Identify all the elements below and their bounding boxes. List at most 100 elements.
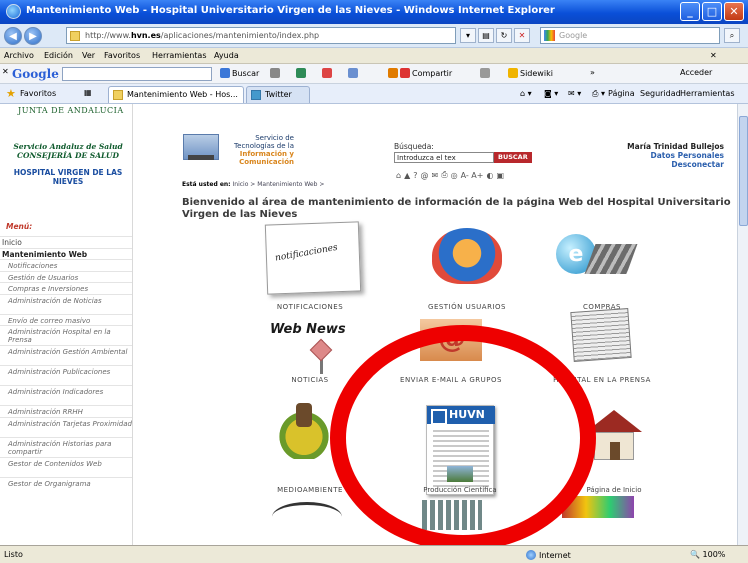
- menu-ver[interactable]: Ver: [82, 51, 95, 60]
- desconectar-link[interactable]: Desconectar: [604, 160, 724, 169]
- annotation-circle: [330, 325, 596, 551]
- search-placeholder: Google: [559, 31, 588, 40]
- compras-tile[interactable]: e: [556, 234, 638, 286]
- notificaciones-label[interactable]: NOTIFICACIONES: [240, 303, 380, 311]
- more-icon[interactable]: »: [590, 68, 595, 80]
- url-field[interactable]: http://www.hvn.es/aplicaciones/mantenimi…: [66, 27, 456, 44]
- junta-logo: JUNTA DE ANDALUCIA: [18, 106, 124, 115]
- favorites-button[interactable]: Favoritos: [20, 89, 56, 101]
- maps-icon[interactable]: [296, 68, 308, 80]
- font-size-controls[interactable]: A- A+: [461, 171, 484, 180]
- noticias-tile[interactable]: Web News: [266, 320, 346, 374]
- sidebar-item[interactable]: Envío de correo masivo: [0, 313, 132, 326]
- medioambiente-tile[interactable]: [274, 403, 334, 459]
- sidebar-item[interactable]: Inicio: [0, 236, 132, 248]
- sidebar-item[interactable]: Compras e Inversiones: [0, 282, 132, 294]
- user-name: María Trinidad Bullejos: [627, 142, 724, 151]
- menu-bar: Archivo Edición Ver Favoritos Herramient…: [0, 48, 748, 64]
- acceder-button[interactable]: Acceder: [680, 68, 712, 80]
- back-button[interactable]: ◀: [4, 27, 22, 45]
- url-domain: hvn.es: [130, 31, 161, 40]
- mail-icon[interactable]: ✉: [431, 171, 438, 180]
- sidebar-item[interactable]: Gestor de Contenidos Web: [0, 456, 132, 469]
- sidebar-item[interactable]: Gestión de Usuarios: [0, 270, 132, 283]
- sidewiki-button[interactable]: Sidewiki: [508, 68, 553, 80]
- home-icon[interactable]: ⌂: [396, 171, 401, 180]
- sidebar-item[interactable]: Administración RRHH: [0, 405, 132, 417]
- hospital-prensa-tile[interactable]: [570, 308, 632, 362]
- partial-tile-icon[interactable]: [272, 502, 342, 532]
- sidebar-item[interactable]: Gestor de Organigrama: [0, 476, 132, 489]
- news-icon[interactable]: [270, 68, 282, 80]
- sidebar-item[interactable]: Administración Tarjetas Proximidad: [0, 416, 132, 429]
- feeds-icon[interactable]: ◙ ▾: [544, 89, 558, 101]
- vertical-scrollbar[interactable]: [737, 104, 748, 545]
- tab-mantenimiento[interactable]: Mantenimiento Web - Hos...: [108, 86, 244, 103]
- sidebar-item[interactable]: Mantenimiento Web: [0, 247, 132, 260]
- web-news-text: Web News: [270, 322, 346, 337]
- datos-personales-link[interactable]: Datos Personales: [604, 151, 724, 160]
- google-logo: Google: [12, 67, 59, 81]
- notificaciones-tile[interactable]: notificaciones: [264, 221, 362, 295]
- search-input[interactable]: Google: [540, 27, 720, 44]
- sidebar-item[interactable]: Notificaciones: [0, 259, 132, 271]
- herramientas-menu[interactable]: Herramientas: [680, 89, 735, 101]
- minimize-button[interactable]: _: [680, 2, 700, 21]
- print-icon[interactable]: ⎙: [441, 170, 447, 180]
- close-button[interactable]: ✕: [724, 2, 744, 21]
- sidebar-item[interactable]: Administración Hospital en la Prensa: [0, 325, 132, 345]
- quick-tabs-icon[interactable]: ▦: [84, 88, 92, 100]
- google-toolbar-search[interactable]: [62, 67, 212, 81]
- buscar-site-button[interactable]: BUSCAR: [494, 152, 532, 163]
- at-icon[interactable]: @: [420, 171, 428, 180]
- sidebar-item[interactable]: Administración Publicaciones: [0, 365, 132, 377]
- compat-view-icon[interactable]: ▤: [478, 28, 494, 43]
- gmail-icon[interactable]: [322, 68, 334, 80]
- forward-button[interactable]: ▶: [24, 27, 42, 45]
- tab-twitter[interactable]: Twitter: [246, 86, 310, 103]
- status-bar: Listo Internet 🔍 100%: [0, 545, 748, 563]
- menu-herramientas[interactable]: Herramientas: [152, 51, 207, 60]
- plus-icon[interactable]: [348, 68, 360, 80]
- menu-ayuda[interactable]: Ayuda: [214, 51, 239, 60]
- menu-edicion[interactable]: Edición: [44, 51, 73, 60]
- help-icon[interactable]: ?: [413, 171, 417, 180]
- sidebar-item[interactable]: Administración Historias para compartir: [0, 436, 132, 457]
- zoom-level[interactable]: 🔍 100%: [690, 550, 725, 559]
- stc-line1: Servicio de Tecnologías de la: [234, 134, 294, 150]
- compartir-button[interactable]: Compartir: [388, 68, 452, 80]
- sidebar-item[interactable]: Administración Indicadores: [0, 385, 132, 397]
- stc-title: Servicio de Tecnologías de la Informació…: [224, 134, 294, 166]
- accessibility-icon[interactable]: ▣: [496, 171, 504, 180]
- sidebar-item[interactable]: Administración de Noticias: [0, 293, 132, 306]
- google-icon: [544, 30, 555, 41]
- map-icon[interactable]: ▲: [404, 171, 410, 180]
- search-label: Búsqueda:: [394, 142, 434, 151]
- pagina-menu[interactable]: Página: [608, 89, 635, 101]
- site-search-input[interactable]: Introduzca el tex: [394, 152, 494, 163]
- mail-icon[interactable]: ✉ ▾: [568, 89, 581, 101]
- menu-archivo[interactable]: Archivo: [4, 51, 34, 60]
- credit-cards-icon: [584, 244, 638, 274]
- home-icon[interactable]: ⌂ ▾: [520, 89, 532, 101]
- sidebar-item[interactable]: Administración Gestión Ambiental: [0, 345, 132, 357]
- close-toolbar-icon[interactable]: ✕: [710, 51, 717, 60]
- gestion-usuarios-label[interactable]: GESTIÓN USUARIOS: [397, 303, 537, 311]
- menu-favoritos[interactable]: Favoritos: [104, 51, 140, 60]
- print-icon[interactable]: ⎙ ▾: [592, 89, 605, 101]
- search-icon[interactable]: ⌕: [724, 28, 740, 43]
- scrollbar-thumb[interactable]: [739, 116, 748, 226]
- rss-icon[interactable]: ◎: [451, 171, 458, 180]
- buscar-button[interactable]: Buscar: [220, 68, 259, 80]
- welcome-heading: Bienvenido al área de mantenimiento de i…: [182, 197, 731, 220]
- refresh-icon[interactable]: ↻: [496, 28, 512, 43]
- maximize-button[interactable]: □: [702, 2, 722, 21]
- seguridad-menu[interactable]: Seguridad: [640, 89, 681, 101]
- dropdown-icon[interactable]: ▾: [460, 28, 476, 43]
- breadcrumb-path[interactable]: Inicio > Mantenimiento Web >: [233, 181, 325, 188]
- bookmark-icon[interactable]: [480, 68, 492, 80]
- gestion-usuarios-tile[interactable]: [432, 228, 502, 284]
- stop-icon[interactable]: ✕: [514, 28, 530, 43]
- close-google-toolbar-icon[interactable]: ✕: [2, 67, 9, 79]
- contrast-icon[interactable]: ◐: [486, 171, 493, 180]
